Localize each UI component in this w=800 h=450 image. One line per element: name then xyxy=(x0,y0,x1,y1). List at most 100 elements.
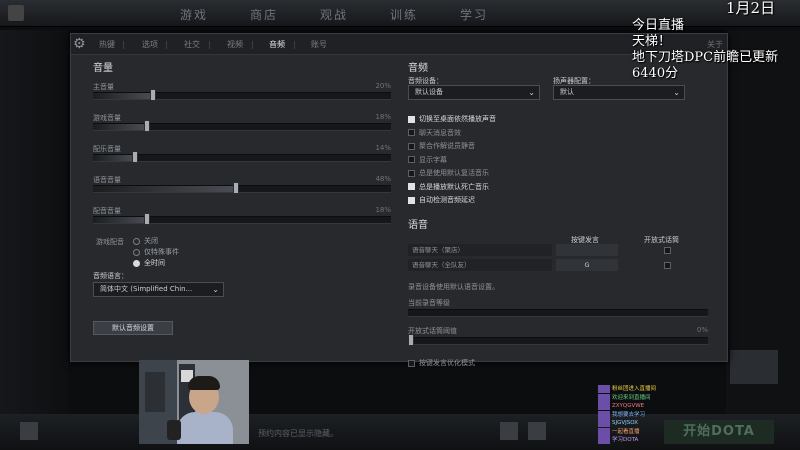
slider-handle[interactable] xyxy=(408,334,414,346)
microphone xyxy=(167,420,181,440)
settings-tabs: ⚙ 热键 | 选项 | 社交 | 视频 | 音频 | 账号 关于 xyxy=(71,34,727,55)
chat-text: ZXYQGVWE xyxy=(612,403,645,409)
setting-checkbox[interactable]: 聊天消息音效 xyxy=(408,128,461,138)
ptt-key-field[interactable]: G xyxy=(556,259,618,271)
nav-store[interactable]: 商店 xyxy=(250,6,278,23)
chat-message: 我想要去学习 xyxy=(598,410,680,419)
slider-handle[interactable] xyxy=(149,89,156,101)
chat-message: SJGVJSOX xyxy=(598,419,680,427)
checkbox-box xyxy=(408,156,415,163)
select-value: 默认设备 xyxy=(415,88,443,96)
setting-checkbox[interactable]: 显示字幕 xyxy=(408,155,447,165)
volume-slider[interactable] xyxy=(93,213,391,225)
nav-learn[interactable]: 学习 xyxy=(460,6,488,23)
open-mic-checkbox[interactable] xyxy=(664,262,671,269)
user-badge-icon xyxy=(598,427,610,436)
device-select[interactable]: 默认设备 ⌄ xyxy=(408,85,540,100)
checkbox-label: 聊天消息音效 xyxy=(419,128,461,137)
slider-label: 游戏音量 xyxy=(93,114,121,122)
radio-icon xyxy=(133,237,140,245)
checkbox-label: 切换至桌面依然播放声音 xyxy=(419,115,496,123)
chevron-down-icon: ⌄ xyxy=(212,285,219,294)
voice-language-select[interactable]: 简体中文 (Simplified Chin... ⌄ xyxy=(93,282,224,297)
gear-icon: ⚙ xyxy=(73,36,86,52)
party-icon[interactable] xyxy=(528,422,546,440)
checkbox-label: 聚合作解说员静音 xyxy=(419,142,475,150)
setting-checkbox[interactable]: 切换至桌面依然播放声音 xyxy=(408,114,496,124)
radio-label: 仅特殊事件 xyxy=(144,248,179,256)
user-badge-icon xyxy=(598,393,610,402)
slider-value: 48% xyxy=(375,175,391,183)
radio-special[interactable]: 仅特殊事件 xyxy=(133,247,179,257)
radio-off[interactable]: 关闭 xyxy=(133,236,158,246)
slider-value: 18% xyxy=(375,113,391,121)
setting-checkbox[interactable]: 总是使用默认复活音乐 xyxy=(408,168,489,178)
tab-separator: | xyxy=(251,40,254,49)
tab-video[interactable]: 视频 xyxy=(227,39,243,50)
webcam-person-body xyxy=(177,412,233,444)
tab-social[interactable]: 社交 xyxy=(184,39,200,50)
checkbox-label: 显示字幕 xyxy=(419,155,447,164)
user-badge-icon xyxy=(598,410,610,419)
nav-watch[interactable]: 观战 xyxy=(320,6,348,23)
slider-handle[interactable] xyxy=(233,182,240,194)
setting-checkbox[interactable]: 总是播放默认死亡音乐 xyxy=(408,182,489,192)
right-background xyxy=(726,30,800,450)
slider-handle[interactable] xyxy=(143,213,150,225)
nav-train[interactable]: 训练 xyxy=(390,6,418,23)
chevron-down-icon: ⌄ xyxy=(528,88,535,97)
chat-text: 欢迎来到直播间 xyxy=(612,394,651,401)
slider-handle[interactable] xyxy=(131,151,138,163)
tab-separator: | xyxy=(208,40,211,49)
radio-always[interactable]: 全时间 xyxy=(133,258,165,268)
tab-separator: | xyxy=(165,40,168,49)
dota-logo-icon[interactable] xyxy=(8,5,24,21)
speaker-select[interactable]: 默认 ⌄ xyxy=(553,85,685,100)
webcam-shelf xyxy=(145,372,165,412)
slider-value: 20% xyxy=(375,82,391,90)
open-mic-checkbox[interactable] xyxy=(664,247,671,254)
date-label: 1月2日 xyxy=(726,0,776,17)
webcam-person-hair xyxy=(188,376,220,390)
setting-checkbox[interactable]: 聚合作解说员静音 xyxy=(408,141,475,151)
chat-icon[interactable] xyxy=(20,422,38,440)
setting-checkbox[interactable]: 自动检测音频延迟 xyxy=(408,195,475,205)
hero-card[interactable] xyxy=(730,350,778,384)
chat-message: 一起看直播 xyxy=(598,427,680,436)
settings-panel: ⚙ 热键 | 选项 | 社交 | 视频 | 音频 | 账号 关于 音量 游戏配音… xyxy=(70,33,728,367)
overlay-line: 今日直播 xyxy=(632,18,685,33)
tab-options[interactable]: 选项 xyxy=(142,39,158,50)
user-badge-icon xyxy=(598,402,610,410)
tab-account[interactable]: 账号 xyxy=(311,39,327,50)
tab-audio[interactable]: 音频 xyxy=(269,39,285,50)
ptt-optimize-checkbox[interactable]: 按键发言优化模式 xyxy=(408,358,475,368)
ptt-key-field[interactable] xyxy=(556,244,618,256)
play-dota-button[interactable]: 开始DOTA xyxy=(664,420,774,444)
volume-slider[interactable] xyxy=(93,151,391,163)
tab-hotkeys[interactable]: 热键 xyxy=(99,39,115,50)
slider-fill xyxy=(93,155,135,161)
checkbox-label: 总是使用默认复活音乐 xyxy=(419,169,489,177)
threshold-slider[interactable] xyxy=(408,334,708,346)
friends-icon[interactable] xyxy=(500,422,518,440)
overlay-line: 天梯！ xyxy=(632,34,672,49)
voice-title: 语音 xyxy=(408,220,428,231)
checkbox-label: 按键发言优化模式 xyxy=(419,359,475,367)
audio-title: 音频 xyxy=(408,63,428,74)
volume-slider[interactable] xyxy=(93,120,391,132)
reset-audio-button[interactable]: 默认音频设置 xyxy=(93,321,173,335)
user-badge-icon xyxy=(598,419,610,427)
slider-fill xyxy=(93,186,237,192)
checkbox-label: 自动检测音频延迟 xyxy=(419,196,475,204)
nav-play[interactable]: 游戏 xyxy=(180,6,208,23)
radio-icon xyxy=(133,248,140,256)
slider-label: 配乐音量 xyxy=(93,145,121,153)
record-level-bar xyxy=(408,309,708,317)
voice-row-label: 语音聊天（全队友） xyxy=(408,259,552,271)
slider-handle[interactable] xyxy=(143,120,150,132)
voice-row-label: 语音聊天（聚店） xyxy=(408,244,552,256)
threshold-label: 开放式话筒阈值 xyxy=(408,327,457,335)
slider-fill xyxy=(93,124,147,130)
volume-slider[interactable] xyxy=(93,89,391,101)
volume-slider[interactable] xyxy=(93,182,391,194)
